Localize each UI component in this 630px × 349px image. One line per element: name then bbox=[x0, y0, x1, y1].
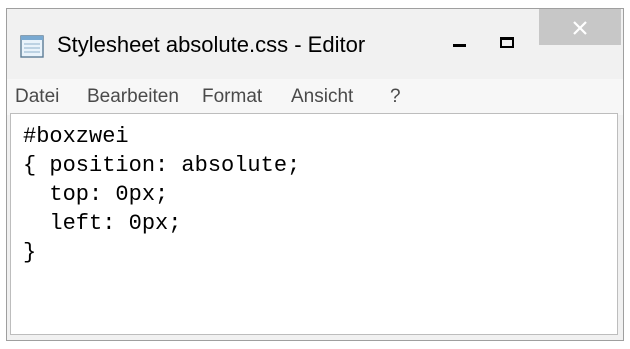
code-line: #boxzwei bbox=[23, 124, 129, 149]
close-icon bbox=[573, 21, 587, 35]
notepad-icon[interactable] bbox=[19, 33, 47, 59]
code-line: top: 0px; bbox=[23, 182, 169, 207]
code-line: } bbox=[23, 240, 37, 265]
text-area[interactable]: #boxzwei { position: absolute; top: 0px;… bbox=[10, 113, 618, 335]
menu-item-format[interactable]: Format bbox=[202, 85, 262, 109]
close-button[interactable] bbox=[539, 9, 621, 45]
minimize-button[interactable] bbox=[435, 27, 483, 63]
editor-window: Stylesheet absolute.css - Editor Datei B… bbox=[6, 8, 624, 341]
menu-item-ansicht[interactable]: Ansicht bbox=[291, 85, 353, 109]
code-line: left: 0px; bbox=[23, 211, 182, 236]
code-line: { position: absolute; bbox=[23, 153, 301, 178]
title-bar[interactable]: Stylesheet absolute.css - Editor bbox=[7, 9, 623, 77]
menu-bar: Datei Bearbeiten Format Ansicht ? bbox=[7, 79, 623, 115]
menu-item-bearbeiten[interactable]: Bearbeiten bbox=[87, 85, 179, 109]
maximize-button[interactable] bbox=[483, 27, 531, 63]
window-title: Stylesheet absolute.css - Editor bbox=[57, 32, 366, 57]
menu-item-help[interactable]: ? bbox=[390, 85, 401, 109]
menu-item-datei[interactable]: Datei bbox=[15, 85, 59, 109]
code-content: #boxzwei { position: absolute; top: 0px;… bbox=[23, 122, 300, 267]
